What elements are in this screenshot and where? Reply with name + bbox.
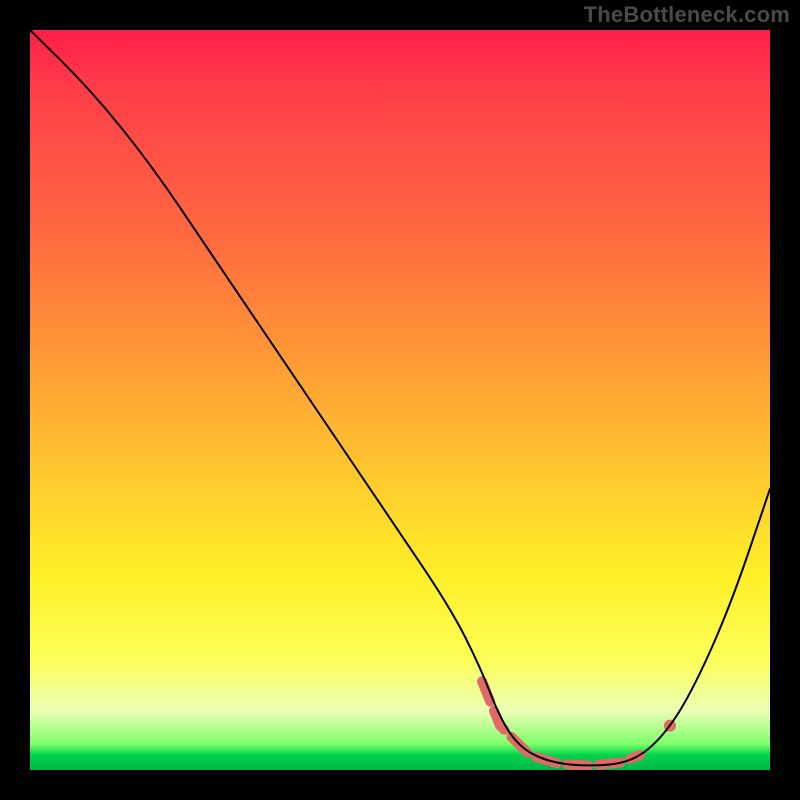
plot-area bbox=[30, 30, 770, 770]
curve-layer bbox=[30, 30, 770, 770]
bottleneck-curve bbox=[30, 30, 770, 765]
chart-container: TheBottleneck.com bbox=[0, 0, 800, 800]
valley-dash bbox=[482, 681, 640, 765]
watermark-text: TheBottleneck.com bbox=[584, 2, 790, 28]
